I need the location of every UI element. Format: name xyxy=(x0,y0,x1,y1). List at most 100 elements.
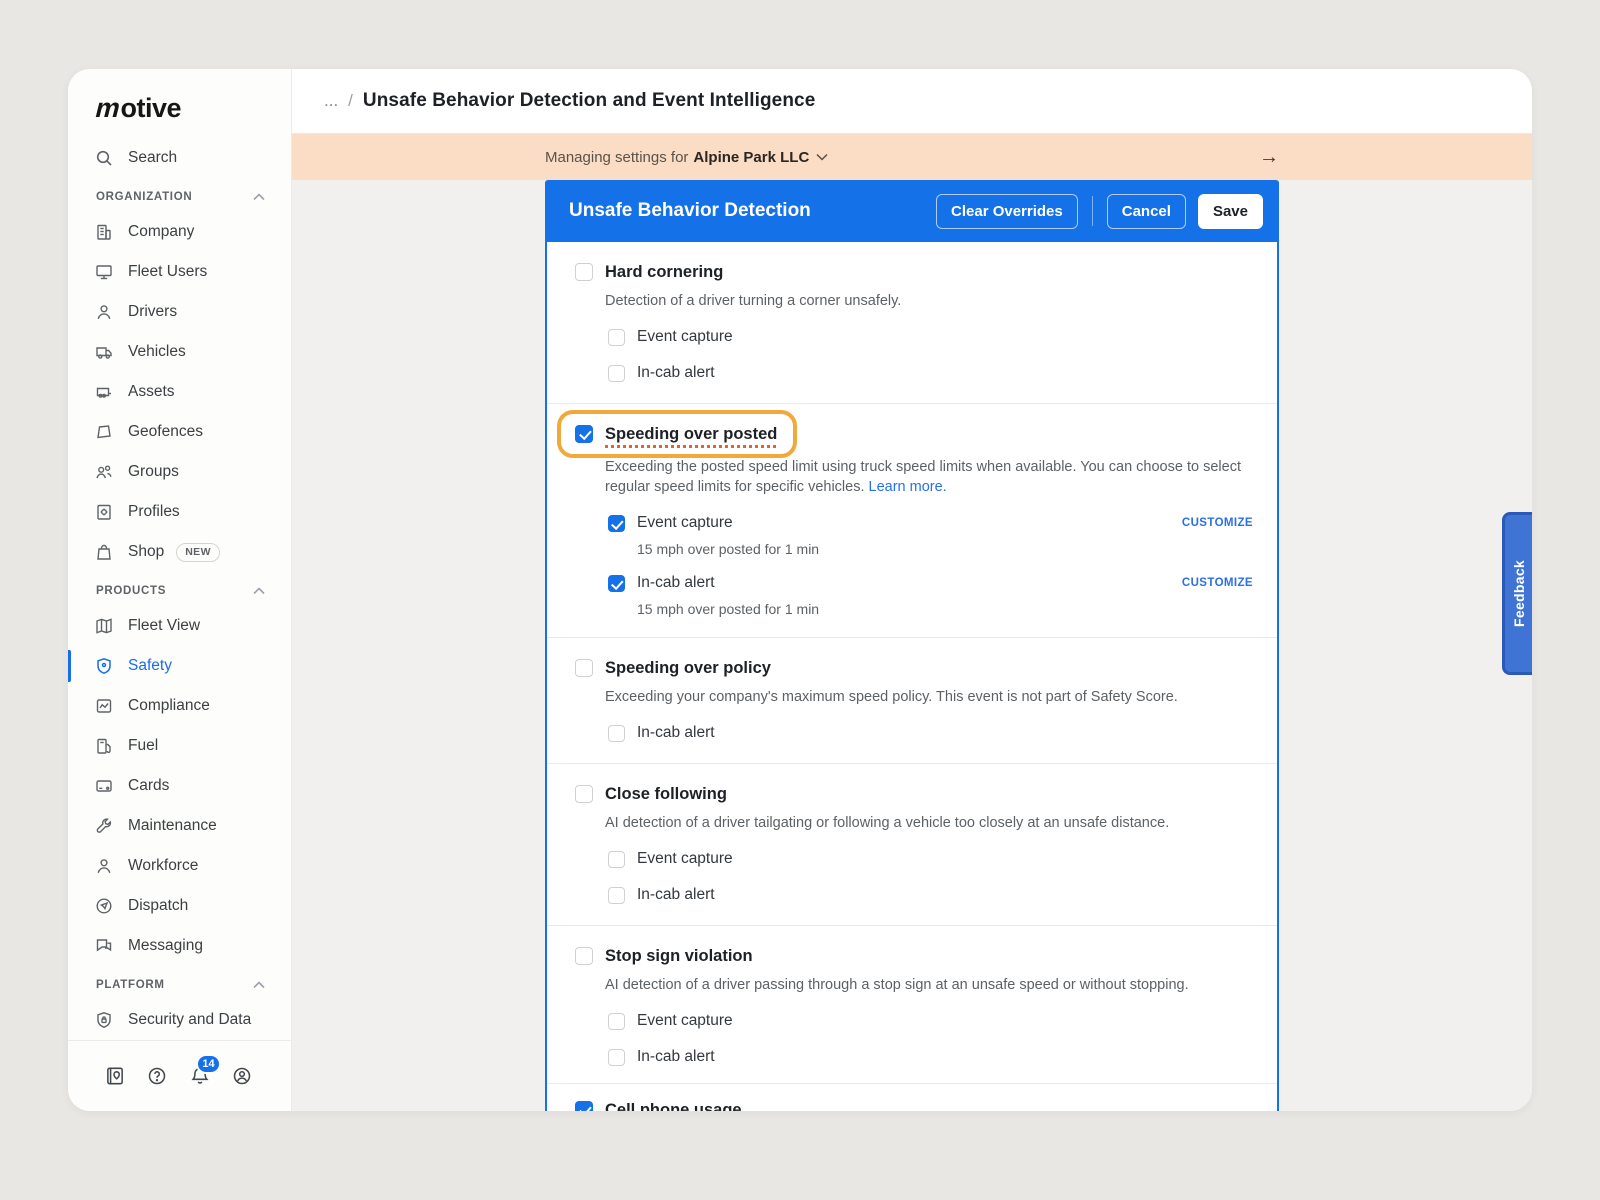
checkbox[interactable] xyxy=(575,659,593,677)
sidebar-item-geofences[interactable]: Geofences xyxy=(68,412,291,452)
sub-option-label: Event capture xyxy=(637,514,733,532)
checkbox[interactable] xyxy=(608,1013,625,1030)
checkbox[interactable] xyxy=(608,1049,625,1066)
checkbox[interactable] xyxy=(608,725,625,742)
sidebar-item-security-and-data[interactable]: Security and Data xyxy=(68,1000,291,1040)
learn-more-link[interactable]: Learn more. xyxy=(869,479,947,495)
sub-option-label: Event capture xyxy=(637,1012,733,1030)
managing-settings-banner: Managing settings for Alpine Park LLC → xyxy=(292,134,1532,180)
sidebar-section-platform[interactable]: PLATFORM xyxy=(68,966,291,1000)
sidebar-item-label: Workforce xyxy=(128,857,198,875)
checkbox[interactable] xyxy=(575,1101,593,1111)
sidebar-item-label: Assets xyxy=(128,383,175,401)
logo-m: m xyxy=(92,93,123,124)
checkbox[interactable] xyxy=(608,851,625,868)
sub-option-label: In-cab alert xyxy=(637,1048,715,1066)
sidebar-item-drivers[interactable]: Drivers xyxy=(68,292,291,332)
cancel-button[interactable]: Cancel xyxy=(1107,194,1186,229)
sidebar-item-label: Fleet Users xyxy=(128,263,207,281)
arrow-right-icon[interactable]: → xyxy=(1259,147,1279,167)
save-button[interactable]: Save xyxy=(1198,194,1263,229)
checkbox[interactable] xyxy=(608,575,625,592)
logbook-icon[interactable] xyxy=(102,1063,128,1089)
setting-section-cell-phone-usage: Cell phone usage xyxy=(547,1084,1277,1111)
sub-option-description: 15 mph over posted for 1 min xyxy=(637,600,1253,619)
sidebar-item-label: Groups xyxy=(128,463,179,481)
section-label: PRODUCTS xyxy=(96,585,166,597)
sidebar-item-assets[interactable]: Assets xyxy=(68,372,291,412)
sidebar-item-fuel[interactable]: Fuel xyxy=(68,726,291,766)
sub-option-label: In-cab alert xyxy=(637,724,715,742)
checkbox[interactable] xyxy=(575,425,593,443)
clear-overrides-button[interactable]: Clear Overrides xyxy=(936,194,1078,229)
trailer-icon xyxy=(94,382,114,402)
sidebar-item-company[interactable]: Company xyxy=(68,212,291,252)
checkbox[interactable] xyxy=(575,947,593,965)
sidebar-item-groups[interactable]: Groups xyxy=(68,452,291,492)
sidebar-item-label: Vehicles xyxy=(128,343,186,361)
sidebar-item-messaging[interactable]: Messaging xyxy=(68,926,291,966)
checkbox[interactable] xyxy=(575,785,593,803)
sidebar-section-organization[interactable]: ORGANIZATION xyxy=(68,178,291,212)
breadcrumb-ellipsis[interactable]: ... xyxy=(324,91,338,111)
sidebar-item-label: Cards xyxy=(128,777,169,795)
notification-badge: 14 xyxy=(196,1054,220,1074)
sidebar-footer: 14 xyxy=(68,1040,291,1111)
setting-section-stop-sign-violation: Stop sign violation AI detection of a dr… xyxy=(547,926,1277,1084)
sidebar-item-cards[interactable]: Cards xyxy=(68,766,291,806)
customize-link[interactable]: CUSTOMIZE xyxy=(1182,577,1253,589)
setting-description: Exceeding the posted speed limit using t… xyxy=(605,457,1253,497)
sidebar-item-label: Maintenance xyxy=(128,817,217,835)
app-window: motive Search ORGANIZATION Company Fleet… xyxy=(68,69,1532,1111)
account-icon[interactable] xyxy=(229,1063,255,1089)
sidebar-item-workforce[interactable]: Workforce xyxy=(68,846,291,886)
sub-option-label: In-cab alert xyxy=(637,364,715,382)
panel-body: Hard cornering Detection of a driver tur… xyxy=(545,242,1279,1111)
sidebar-section-products[interactable]: PRODUCTS xyxy=(68,572,291,606)
managing-settings-text[interactable]: Managing settings for Alpine Park LLC xyxy=(545,149,828,166)
sidebar-item-vehicles[interactable]: Vehicles xyxy=(68,332,291,372)
map-icon xyxy=(94,616,114,636)
sub-option-description: 15 mph over posted for 1 min xyxy=(637,540,1253,559)
sidebar-item-dispatch[interactable]: Dispatch xyxy=(68,886,291,926)
credit-card-icon xyxy=(94,776,114,796)
header-divider xyxy=(1092,196,1093,226)
sidebar-item-search[interactable]: Search xyxy=(68,138,291,178)
customize-link[interactable]: CUSTOMIZE xyxy=(1182,517,1253,529)
bell-icon[interactable]: 14 xyxy=(187,1063,213,1089)
chevron-down-icon[interactable] xyxy=(816,153,828,161)
sidebar-item-safety[interactable]: Safety xyxy=(68,646,291,686)
sub-option-label: In-cab alert xyxy=(637,886,715,904)
sidebar-item-label: Security and Data xyxy=(128,1011,251,1029)
motive-logo[interactable]: motive xyxy=(68,85,291,138)
sidebar-item-profiles[interactable]: Profiles xyxy=(68,492,291,532)
setting-section-speeding-over-policy: Speeding over policy Exceeding your comp… xyxy=(547,638,1277,764)
chevron-up-icon xyxy=(253,981,265,989)
checkbox[interactable] xyxy=(608,887,625,904)
people-icon xyxy=(94,462,114,482)
sidebar-item-compliance[interactable]: Compliance xyxy=(68,686,291,726)
building-icon xyxy=(94,222,114,242)
panel-header: Unsafe Behavior Detection Clear Override… xyxy=(545,180,1279,242)
shield-icon xyxy=(94,656,114,676)
sidebar-item-label: Safety xyxy=(128,657,172,675)
setting-title: Stop sign violation xyxy=(605,944,753,968)
sidebar-item-maintenance[interactable]: Maintenance xyxy=(68,806,291,846)
sidebar-item-fleet-view[interactable]: Fleet View xyxy=(68,606,291,646)
person-icon xyxy=(94,302,114,322)
checkbox[interactable] xyxy=(608,329,625,346)
checkbox[interactable] xyxy=(575,263,593,281)
setting-description: AI detection of a driver passing through… xyxy=(605,975,1253,995)
chat-icon xyxy=(94,936,114,956)
feedback-tab-label: Feedback xyxy=(1511,560,1527,627)
checkbox[interactable] xyxy=(608,515,625,532)
sidebar-item-label: Fuel xyxy=(128,737,158,755)
sidebar-item-label: Fleet View xyxy=(128,617,200,635)
feedback-tab[interactable]: Feedback xyxy=(1502,512,1532,675)
help-icon[interactable] xyxy=(144,1063,170,1089)
sidebar-item-shop[interactable]: Shop NEW xyxy=(68,532,291,572)
sidebar-item-fleet-users[interactable]: Fleet Users xyxy=(68,252,291,292)
setting-description: Detection of a driver turning a corner u… xyxy=(605,291,1253,311)
sub-option-label: Event capture xyxy=(637,328,733,346)
checkbox[interactable] xyxy=(608,365,625,382)
